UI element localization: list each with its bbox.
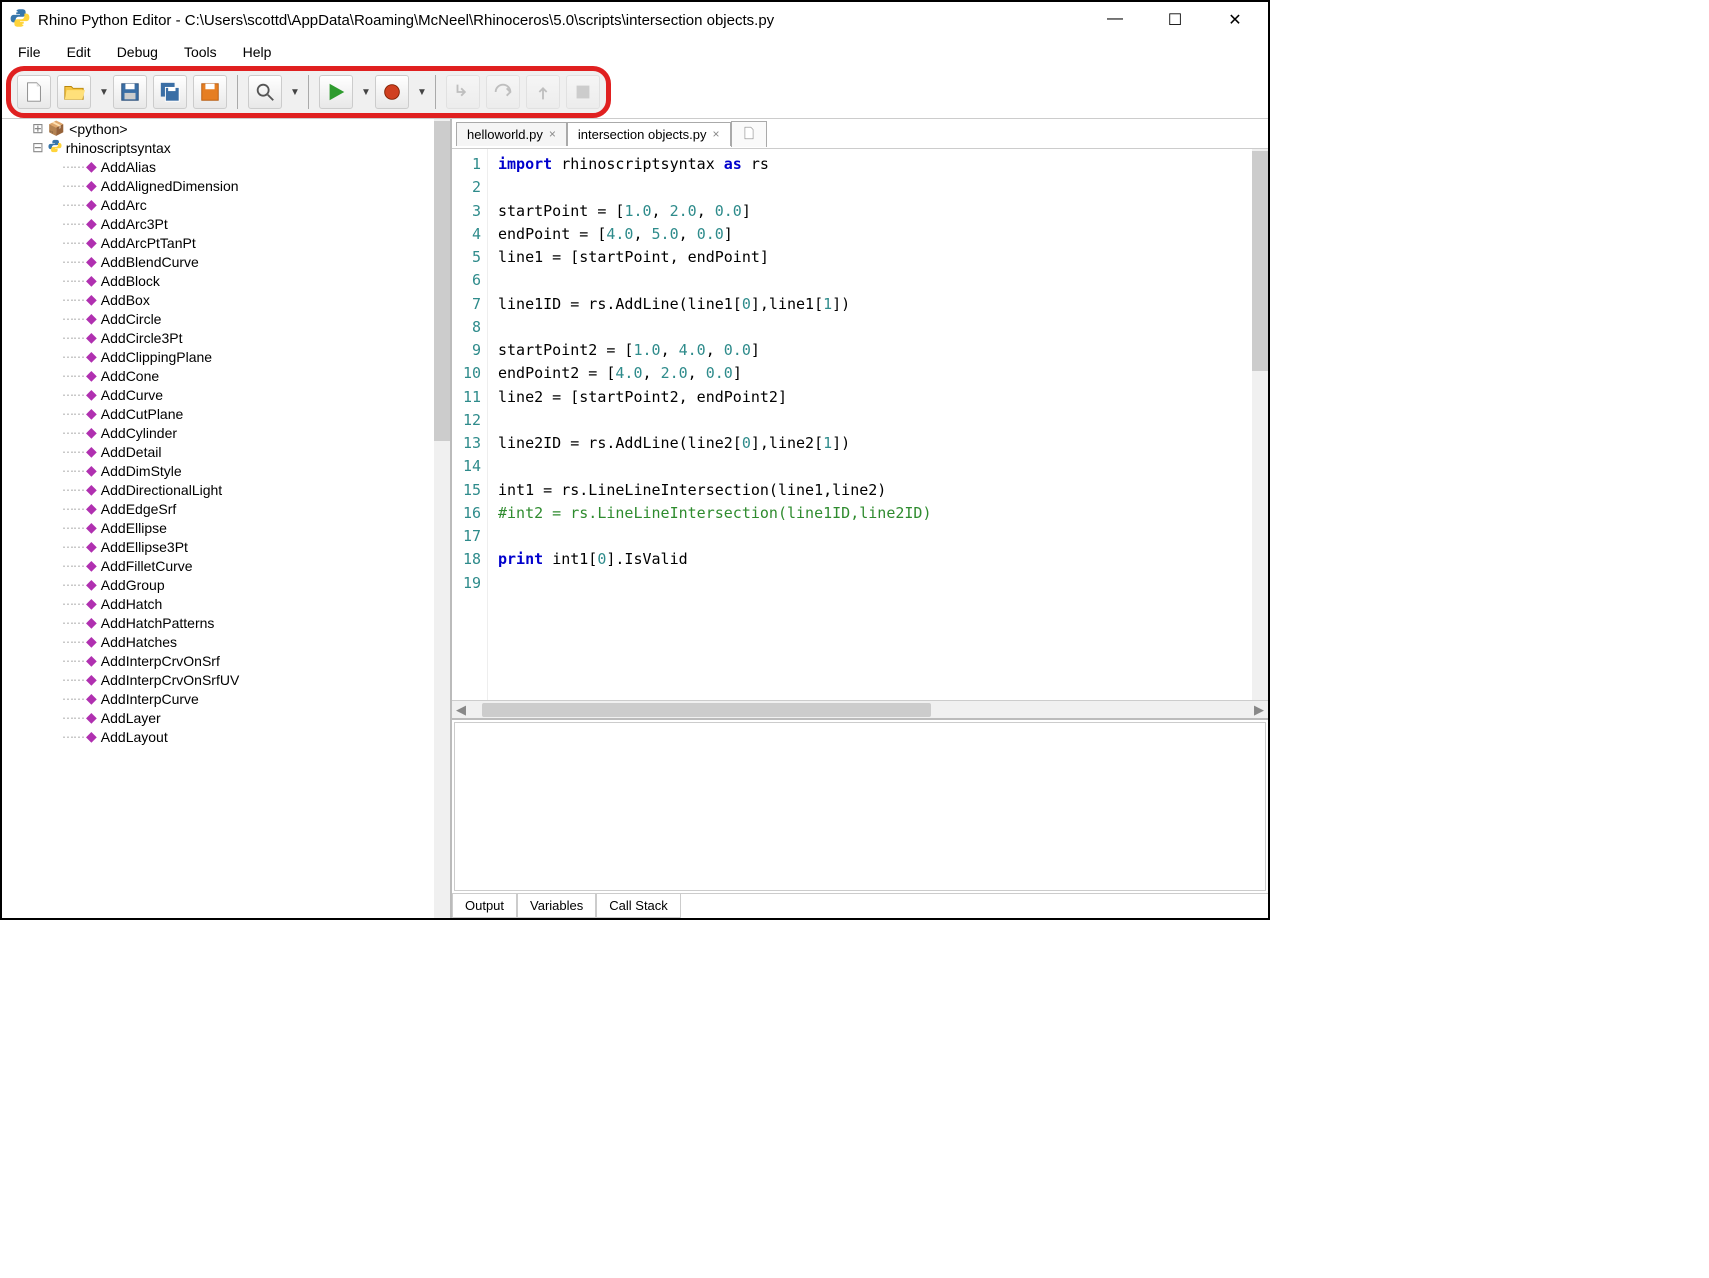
open-file-button[interactable]: [57, 75, 91, 109]
tree-item[interactable]: ⋯⋯◆AddCutPlane: [2, 404, 450, 423]
tree-item[interactable]: ⋯⋯◆AddLayout: [2, 727, 450, 746]
tree-item[interactable]: ⋯⋯◆AddGroup: [2, 575, 450, 594]
tree-item[interactable]: ⋯⋯◆AddArcPtTanPt: [2, 233, 450, 252]
line-gutter: 12345678910111213141516171819: [452, 149, 488, 700]
tree-item[interactable]: ⋯⋯◆AddCircle3Pt: [2, 328, 450, 347]
title-bar: Rhino Python Editor - C:\Users\scottd\Ap…: [2, 2, 1268, 38]
tree-item[interactable]: ⋯⋯◆AddAlignedDimension: [2, 176, 450, 195]
step-over-button[interactable]: [486, 75, 520, 109]
tree-item[interactable]: ⋯⋯◆AddCurve: [2, 385, 450, 404]
python-icon: [48, 139, 62, 156]
output-body[interactable]: [454, 722, 1266, 891]
editor-scrollbar[interactable]: [1252, 149, 1268, 700]
tree-item[interactable]: ⋯⋯◆AddClippingPlane: [2, 347, 450, 366]
tree-item[interactable]: ⋯⋯◆AddEllipse3Pt: [2, 537, 450, 556]
run-dropdown[interactable]: ▼: [359, 87, 369, 98]
tree-item[interactable]: ⋯⋯◆AddBlendCurve: [2, 252, 450, 271]
body-area: ⊞ 📦 <python> ⊟ rhinoscriptsyntax ⋯⋯◆AddA…: [2, 118, 1268, 918]
search-button[interactable]: [248, 75, 282, 109]
tree-item[interactable]: ⋯⋯◆AddAlias: [2, 157, 450, 176]
output-tab-variables[interactable]: Variables: [517, 894, 596, 918]
tree-item[interactable]: ⋯⋯◆AddInterpCurve: [2, 689, 450, 708]
tree-item[interactable]: ⋯⋯◆AddDetail: [2, 442, 450, 461]
sidebar-scrollbar[interactable]: [434, 119, 450, 918]
maximize-button[interactable]: ☐: [1160, 10, 1190, 30]
tree-item[interactable]: ⋯⋯◆AddInterpCrvOnSrfUV: [2, 670, 450, 689]
new-tab-button[interactable]: [731, 121, 767, 147]
python-icon: [10, 8, 30, 32]
output-tab-output[interactable]: Output: [452, 894, 517, 918]
window-title: Rhino Python Editor - C:\Users\scottd\Ap…: [38, 12, 774, 29]
output-tabs: OutputVariablesCall Stack: [452, 893, 1268, 918]
close-button[interactable]: ✕: [1220, 10, 1250, 30]
code-editor[interactable]: 12345678910111213141516171819 import rhi…: [452, 149, 1268, 700]
package-icon: 📦: [48, 120, 65, 137]
tree-item[interactable]: ⋯⋯◆AddArc3Pt: [2, 214, 450, 233]
tree-item[interactable]: ⋯⋯◆AddInterpCrvOnSrf: [2, 651, 450, 670]
editor-tabs: helloworld.py×intersection objects.py×: [452, 119, 1268, 149]
tree-item[interactable]: ⋯⋯◆AddHatchPatterns: [2, 613, 450, 632]
tree-item[interactable]: ⋯⋯◆AddArc: [2, 195, 450, 214]
breakpoint-dropdown[interactable]: ▼: [415, 87, 425, 98]
editor-tab[interactable]: helloworld.py×: [456, 122, 567, 146]
editor-hscroll[interactable]: ◀▶: [452, 700, 1268, 718]
step-out-button[interactable]: [526, 75, 560, 109]
tree-root-rhinoscriptsyntax[interactable]: ⊟ rhinoscriptsyntax: [2, 138, 450, 157]
menu-edit[interactable]: Edit: [67, 44, 91, 60]
run-button[interactable]: [319, 75, 353, 109]
tree-item[interactable]: ⋯⋯◆AddCircle: [2, 309, 450, 328]
menu-file[interactable]: File: [18, 44, 41, 60]
tree-item[interactable]: ⋯⋯◆AddEllipse: [2, 518, 450, 537]
menu-debug[interactable]: Debug: [117, 44, 158, 60]
window-controls: — ☐ ✕: [1100, 10, 1260, 30]
app-window: Rhino Python Editor - C:\Users\scottd\Ap…: [0, 0, 1270, 920]
code-content[interactable]: import rhinoscriptsyntax as rs startPoin…: [488, 149, 1268, 700]
output-tab-call-stack[interactable]: Call Stack: [596, 894, 681, 918]
tree-item[interactable]: ⋯⋯◆AddBox: [2, 290, 450, 309]
tree-item[interactable]: ⋯⋯◆AddDirectionalLight: [2, 480, 450, 499]
tree-item[interactable]: ⋯⋯◆AddDimStyle: [2, 461, 450, 480]
menu-help[interactable]: Help: [243, 44, 272, 60]
stop-button[interactable]: [566, 75, 600, 109]
tree-item[interactable]: ⋯⋯◆AddLayer: [2, 708, 450, 727]
breakpoint-button[interactable]: [375, 75, 409, 109]
open-dropdown[interactable]: ▼: [97, 87, 107, 98]
menu-tools[interactable]: Tools: [184, 44, 217, 60]
tree-item[interactable]: ⋯⋯◆AddFilletCurve: [2, 556, 450, 575]
tree-item[interactable]: ⋯⋯◆AddBlock: [2, 271, 450, 290]
save-all-button[interactable]: [153, 75, 187, 109]
save-as-button[interactable]: [193, 75, 227, 109]
tree-item[interactable]: ⋯⋯◆AddCone: [2, 366, 450, 385]
api-tree-sidebar[interactable]: ⊞ 📦 <python> ⊟ rhinoscriptsyntax ⋯⋯◆AddA…: [2, 119, 452, 918]
tab-close-icon[interactable]: ×: [549, 127, 556, 141]
step-into-button[interactable]: [446, 75, 480, 109]
tree-item[interactable]: ⋯⋯◆AddCylinder: [2, 423, 450, 442]
toolbar-highlighted: ▼ ▼ ▼ ▼: [6, 66, 611, 118]
menu-bar: File Edit Debug Tools Help: [2, 38, 1268, 66]
output-pane: OutputVariablesCall Stack: [452, 718, 1268, 918]
editor-pane: helloworld.py×intersection objects.py× 1…: [452, 119, 1268, 918]
tree-item[interactable]: ⋯⋯◆AddHatch: [2, 594, 450, 613]
search-dropdown[interactable]: ▼: [288, 87, 298, 98]
save-button[interactable]: [113, 75, 147, 109]
tree-root-python[interactable]: ⊞ 📦 <python>: [2, 119, 450, 138]
minimize-button[interactable]: —: [1100, 10, 1130, 30]
tree-item[interactable]: ⋯⋯◆AddHatches: [2, 632, 450, 651]
new-file-button[interactable]: [17, 75, 51, 109]
tab-close-icon[interactable]: ×: [713, 127, 720, 141]
editor-tab[interactable]: intersection objects.py×: [567, 122, 731, 146]
tree-item[interactable]: ⋯⋯◆AddEdgeSrf: [2, 499, 450, 518]
